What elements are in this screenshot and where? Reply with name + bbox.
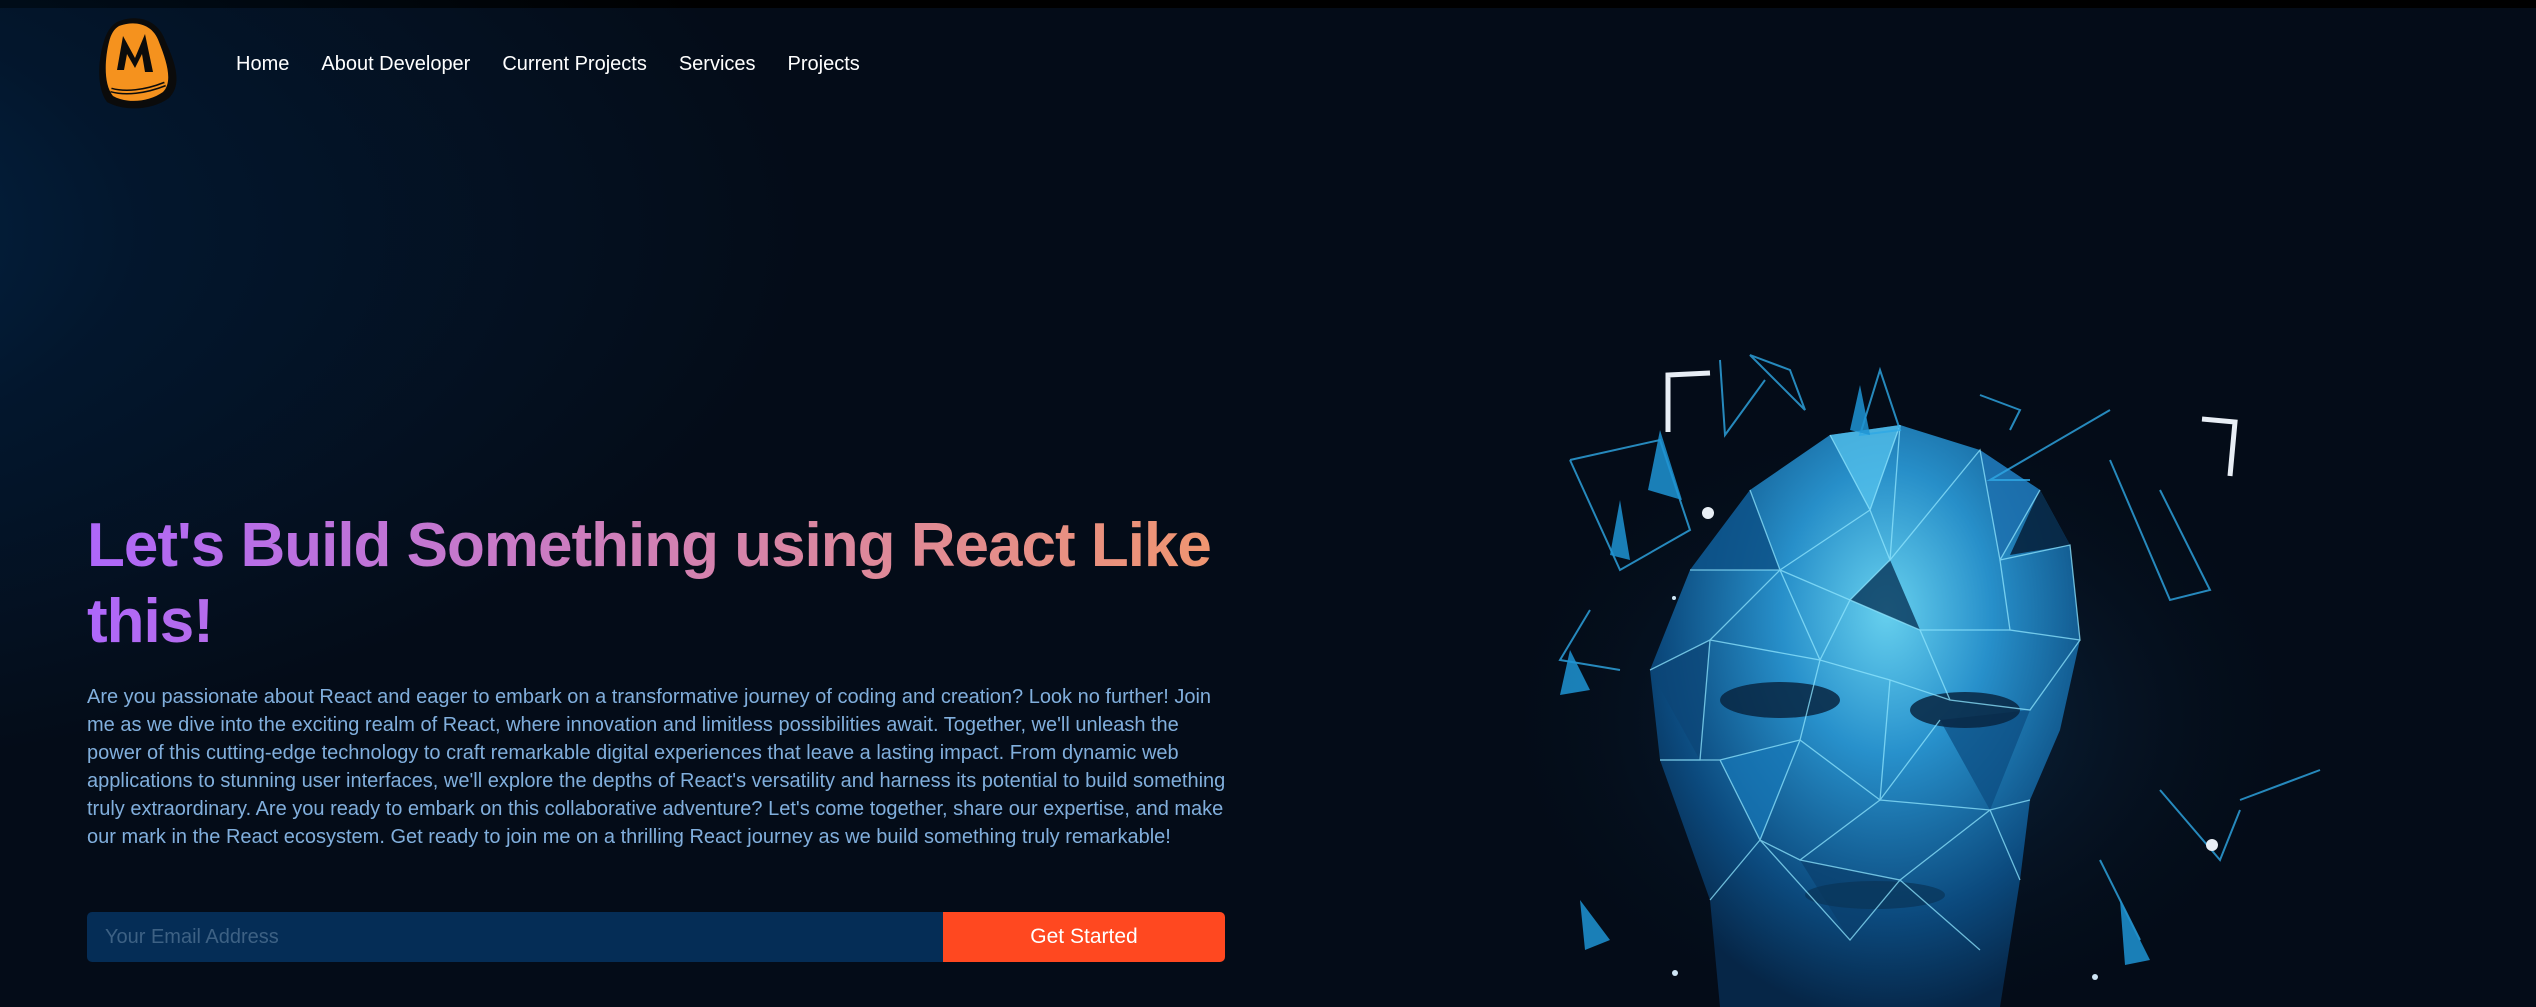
email-input[interactable] [87,912,943,962]
nav-about-developer[interactable]: About Developer [321,51,470,77]
nav-home[interactable]: Home [236,51,289,77]
main-nav: Home About Developer Current Projects Se… [236,51,860,77]
hero-headline: Let's Build Something using React Like t… [87,508,1287,660]
email-signup-form: Get Started [87,912,1225,962]
nav-current-projects[interactable]: Current Projects [502,51,647,77]
nav-projects[interactable]: Projects [788,51,860,77]
hero-description: Are you passionate about React and eager… [87,686,1226,848]
pm-application-logo-icon[interactable] [95,14,185,110]
nav-services[interactable]: Services [679,51,756,77]
polygon-face-illustration-icon [1480,354,2321,1007]
landing-page: Home About Developer Current Projects Se… [0,0,2536,1007]
get-started-button[interactable]: Get Started [943,912,1225,962]
